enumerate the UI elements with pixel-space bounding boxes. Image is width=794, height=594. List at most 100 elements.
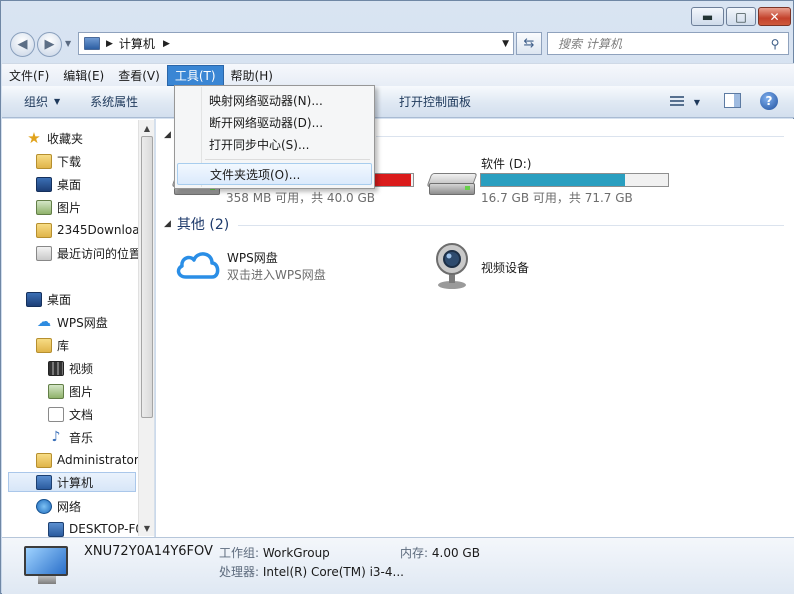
nav-pictures[interactable]: 图片 [48, 381, 93, 401]
menu-tools[interactable]: 工具(T) [166, 64, 224, 86]
nav-music[interactable]: ♪ 音乐 [48, 427, 93, 447]
chevron-down-icon: ▼ [693, 97, 700, 107]
menu-bar: 文件(F) 编辑(E) 查看(V) 工具(T) 帮助(H) [2, 63, 794, 86]
nav-label: 桌面 [47, 292, 72, 307]
computer-icon [48, 521, 64, 537]
preview-pane-icon[interactable] [724, 93, 741, 108]
menu-map-network-drive[interactable]: 映射网络驱动器(N)... [177, 89, 372, 111]
maximize-icon: □ [735, 9, 747, 24]
system-properties-button[interactable]: 系统属性 [70, 86, 148, 117]
nav-desktop[interactable]: 桌面 [26, 289, 71, 309]
scroll-up-icon[interactable]: ▲ [139, 120, 154, 136]
drive-space-info: 16.7 GB 可用，共 71.7 GB [481, 191, 633, 205]
close-button[interactable]: ✕ [758, 7, 791, 26]
menu-file[interactable]: 文件(F) [2, 65, 56, 86]
scroll-thumb[interactable] [141, 136, 153, 418]
group-divider [376, 136, 784, 137]
collapse-triangle-icon[interactable]: ◢ [164, 219, 171, 229]
nav-desktop-pc[interactable]: DESKTOP-F0 [48, 519, 143, 537]
breadcrumb-arrow-icon[interactable]: ▶ [106, 39, 113, 49]
address-bar[interactable]: ▶ 计算机 ▶ ▼ [78, 32, 514, 55]
scroll-down-icon[interactable]: ▼ [139, 520, 154, 536]
nav-recent-places[interactable]: 最近访问的位置 [36, 243, 141, 263]
drive-usage-bar [480, 173, 669, 187]
tools-menu: 映射网络驱动器(N)... 断开网络驱动器(D)... 打开同步中心(S)...… [174, 85, 375, 189]
nav-label: 音乐 [69, 430, 94, 445]
group-other-label: 其他 (2) [176, 217, 230, 233]
computer-icon [24, 546, 70, 586]
memory-info: 内存: 4.00 GB [400, 544, 480, 561]
breadcrumb-computer[interactable]: 计算机 [119, 35, 155, 52]
drive-name: 软件 (D:) [481, 157, 532, 171]
video-device-item[interactable]: 视频设备 [432, 241, 632, 291]
nav-downloads[interactable]: 下载 [36, 151, 81, 171]
chevron-down-icon: ▼ [54, 97, 61, 106]
forward-button[interactable]: ▶ [37, 32, 62, 57]
video-icon [48, 360, 64, 376]
views-icon [670, 96, 684, 108]
memory-value: 4.00 GB [431, 546, 480, 560]
navigation-row: ◀ ▶ ▼ ▶ 计算机 ▶ ▼ ⇆ ⚲ [1, 29, 793, 61]
star-icon: ★ [27, 129, 41, 147]
breadcrumb-arrow-icon[interactable]: ▶ [163, 39, 170, 49]
group-other[interactable]: ◢ 其他 (2) [164, 214, 229, 234]
control-panel-button[interactable]: 打开控制面板 [389, 86, 481, 117]
nav-libraries[interactable]: 库 [36, 335, 69, 355]
menu-open-sync-center[interactable]: 打开同步中心(S)... [177, 133, 372, 155]
maximize-button[interactable]: □ [726, 7, 756, 26]
nav-administrator[interactable]: Administrator [36, 450, 139, 470]
system-properties-label: 系统属性 [90, 95, 139, 109]
nav-label: DESKTOP-F0 [69, 522, 143, 536]
nav-network[interactable]: 网络 [36, 496, 81, 516]
nav-favorites[interactable]: ★ 收藏夹 [26, 128, 83, 148]
processor-label: 处理器: [219, 565, 260, 579]
collapse-triangle-icon[interactable]: ◢ [164, 130, 171, 140]
computer-icon [84, 37, 100, 50]
nav-label: 收藏夹 [47, 131, 84, 146]
organize-button[interactable]: 组织 ▼ [2, 86, 70, 117]
nav-documents[interactable]: 文档 [48, 404, 93, 424]
downloads-folder-icon [36, 153, 52, 169]
item-name: 视频设备 [481, 261, 530, 275]
back-button[interactable]: ◀ [10, 32, 35, 57]
nav-scrollbar[interactable]: ▲ ▼ [138, 120, 154, 536]
desktop-icon [26, 291, 42, 307]
address-dropdown-icon[interactable]: ▼ [502, 39, 509, 49]
refresh-button[interactable]: ⇆ [516, 32, 542, 55]
nav-label: 下载 [57, 154, 82, 169]
recent-pages-dropdown[interactable]: ▼ [65, 39, 71, 48]
nav-label: Administrator [57, 453, 139, 467]
menu-edit[interactable]: 编辑(E) [56, 65, 111, 86]
nav-wps-cloud[interactable]: ☁ WPS网盘 [36, 312, 108, 332]
menu-view[interactable]: 查看(V) [111, 65, 167, 86]
menu-folder-options[interactable]: 文件夹选项(O)... [177, 163, 372, 185]
arrow-left-icon: ◀ [17, 37, 28, 52]
organize-label: 组织 [24, 95, 49, 109]
menu-disconnect-network-drive[interactable]: 断开网络驱动器(D)... [177, 111, 372, 133]
nav-label: 视频 [69, 361, 94, 376]
details-pane: XNU72Y0A14Y6FOV 工作组: WorkGroup 内存: 4.00 … [2, 537, 794, 594]
nav-desktop-favorite[interactable]: 桌面 [36, 174, 81, 194]
nav-2345downloads[interactable]: 2345Downloads [36, 220, 153, 240]
folder-icon [36, 222, 52, 238]
processor-value: Intel(R) Core(TM) i3-4... [262, 565, 404, 579]
user-folder-icon [36, 452, 52, 468]
change-view-button[interactable]: ▼ [670, 94, 700, 110]
memory-label: 内存: [400, 546, 429, 560]
nav-videos[interactable]: 视频 [48, 358, 93, 378]
search-input[interactable] [548, 35, 766, 52]
help-icon[interactable]: ? [760, 92, 778, 110]
drive-space-info: 358 MB 可用，共 40.0 GB [226, 191, 375, 205]
chevron-down-icon: ▼ [65, 39, 72, 48]
menu-help[interactable]: 帮助(H) [224, 65, 280, 86]
nav-label: 最近访问的位置 [57, 246, 142, 261]
processor-info: 处理器: Intel(R) Core(TM) i3-4... [219, 563, 404, 580]
wps-cloud-item[interactable]: WPS网盘 双击进入WPS网盘 [174, 247, 394, 287]
search-icon[interactable]: ⚲ [766, 37, 784, 51]
drive-usage-fill [481, 174, 625, 186]
nav-pictures-favorite[interactable]: 图片 [36, 197, 81, 217]
minimize-button[interactable]: ▬ [691, 7, 724, 26]
nav-label: 库 [57, 338, 70, 353]
close-icon: ✕ [769, 9, 780, 24]
nav-computer[interactable]: 计算机 [8, 472, 136, 492]
